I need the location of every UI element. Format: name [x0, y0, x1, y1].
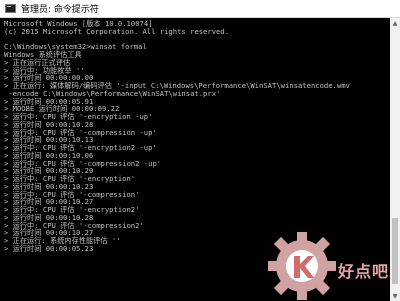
gear-logo-icon: [268, 232, 336, 300]
title-bar[interactable]: 管理员: 命令提示符: [0, 0, 400, 18]
chevron-up-icon[interactable]: ▲: [390, 18, 400, 28]
console-app-icon[interactable]: [5, 4, 16, 13]
window-title: 管理员: 命令提示符: [21, 5, 99, 15]
watermark-text: 好点吧: [338, 262, 390, 281]
watermark-logo: 好点吧: [262, 226, 400, 301]
console-line: (c) 2015 Microsoft Corporation. All righ…: [4, 26, 230, 36]
